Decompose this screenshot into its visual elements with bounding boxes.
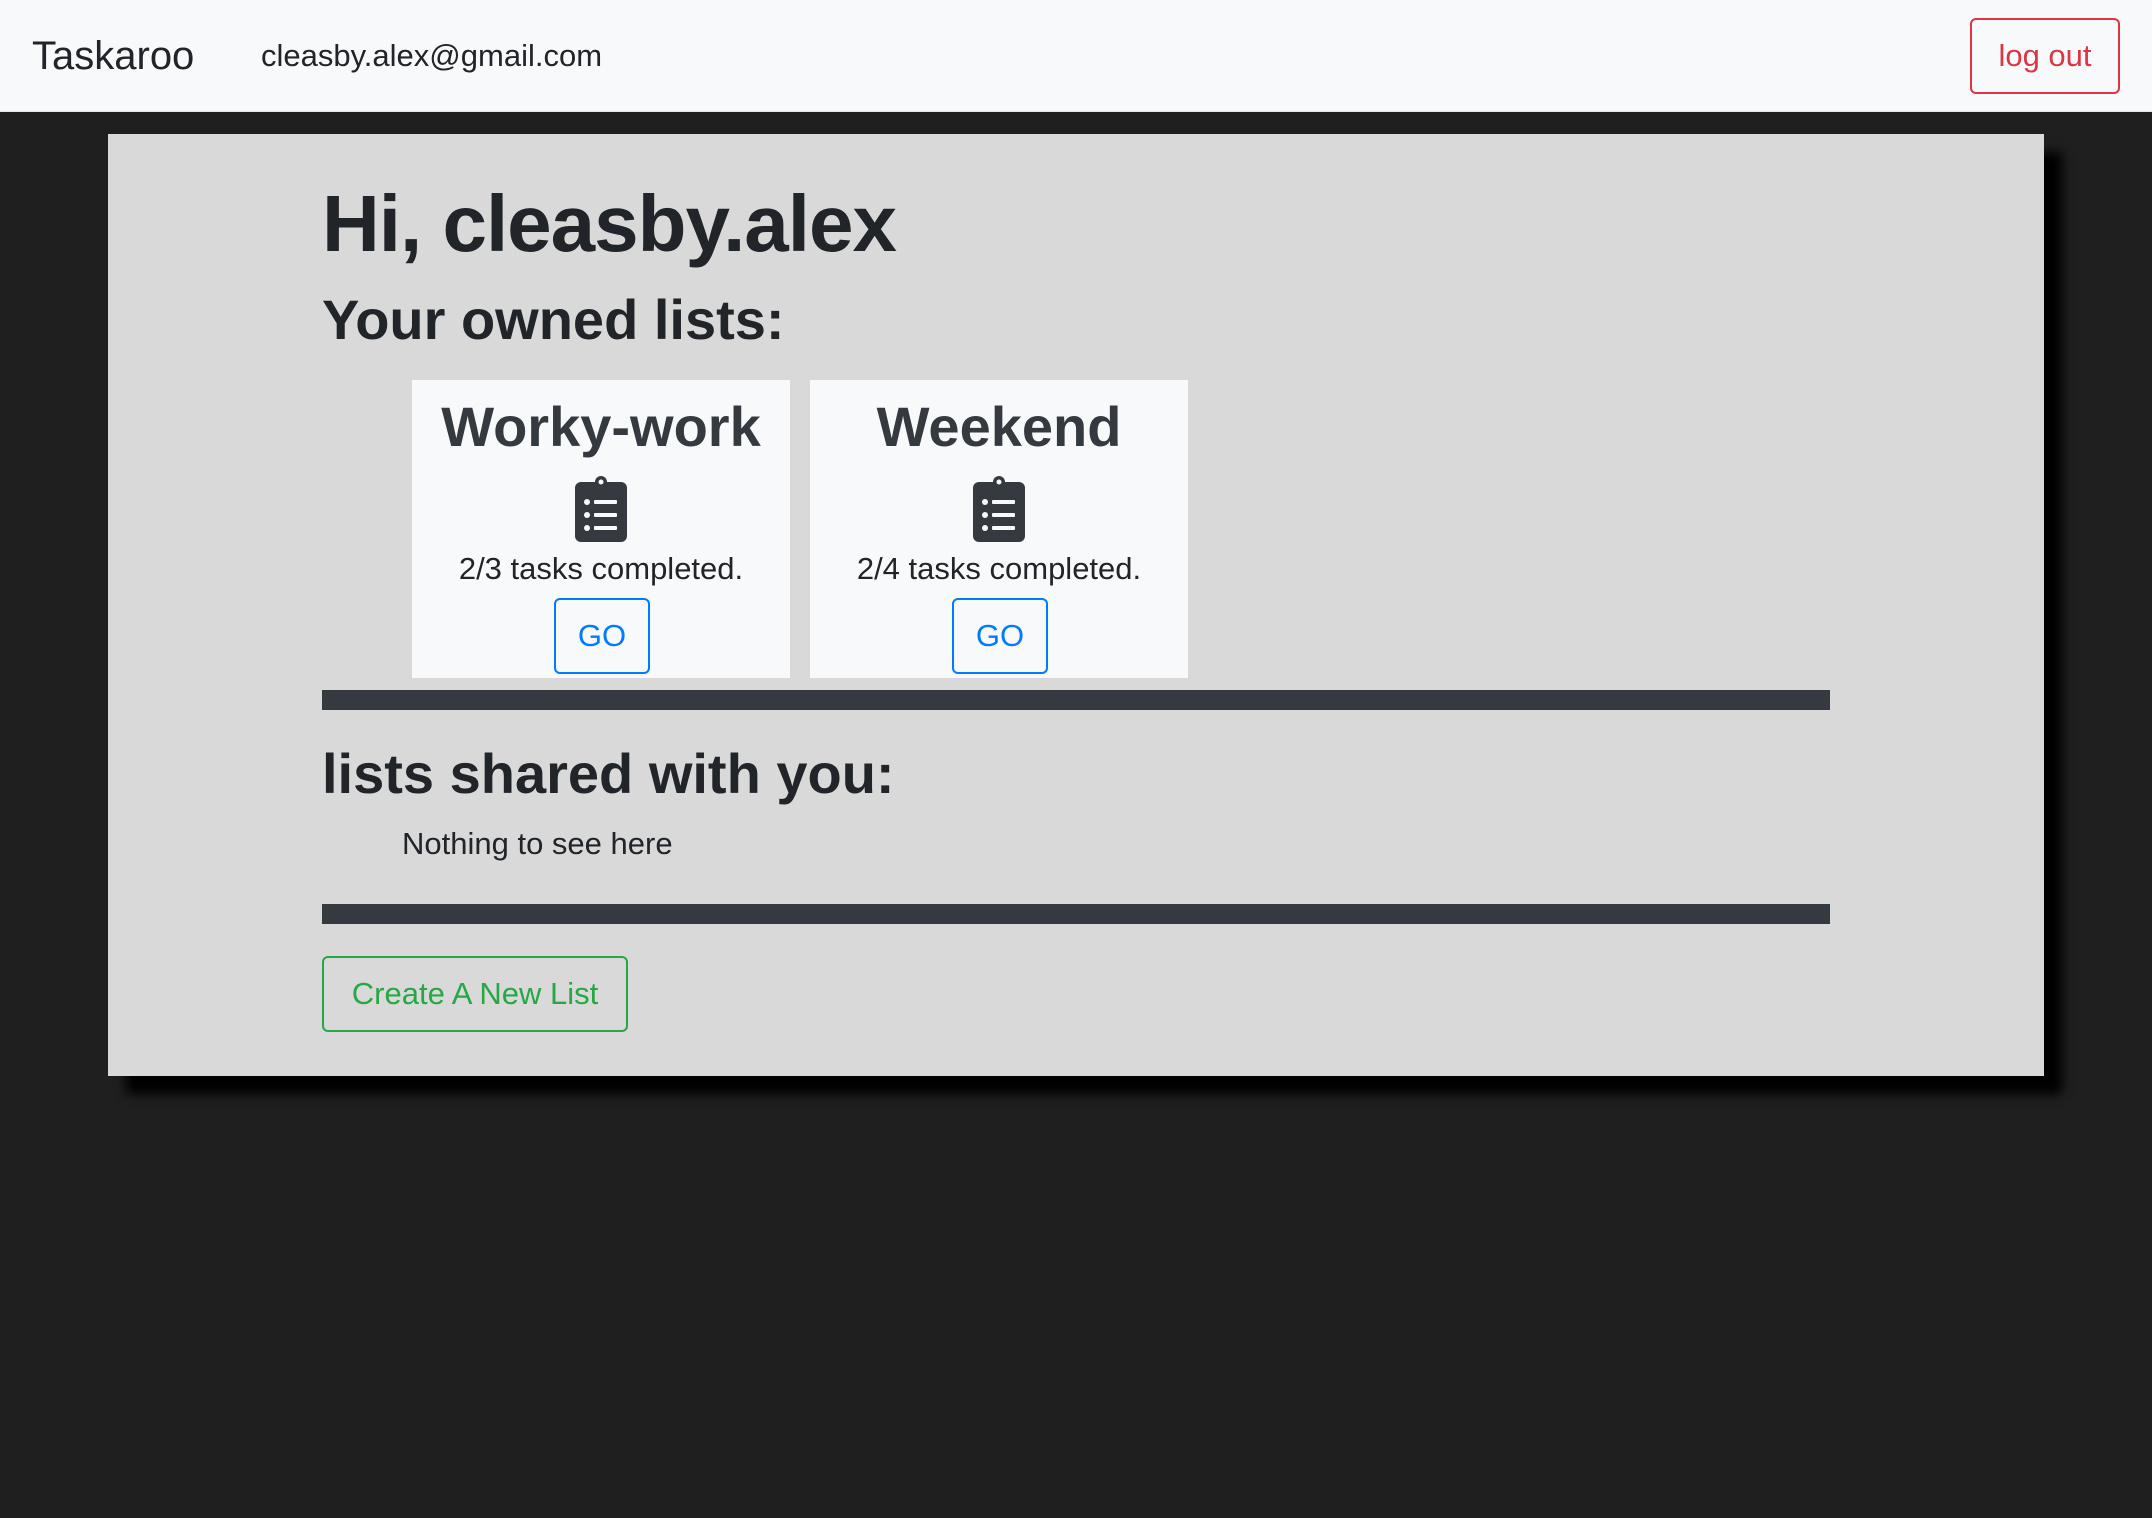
go-button[interactable]: GO [952, 598, 1048, 674]
main-panel: Hi, cleasby.alex Your owned lists: Worky… [108, 134, 2044, 1076]
section-divider [322, 904, 1830, 924]
create-list-button[interactable]: Create A New List [322, 956, 628, 1032]
list-card-progress: 2/3 tasks completed. [458, 551, 744, 586]
navbar: Taskaroo cleasby.alex@gmail.com log out [0, 0, 2152, 112]
section-divider [322, 690, 1830, 710]
logout-button[interactable]: log out [1970, 18, 2120, 94]
owned-lists-heading: Your owned lists: [322, 288, 785, 351]
list-card-title: Worky-work [441, 395, 761, 458]
shared-empty-message: Nothing to see here [402, 826, 673, 861]
list-card-progress: 2/4 tasks completed. [856, 551, 1142, 586]
shared-lists-heading: lists shared with you: [322, 742, 895, 805]
greeting-heading: Hi, cleasby.alex [322, 179, 897, 268]
clipboard-list-icon [575, 476, 627, 542]
user-email: cleasby.alex@gmail.com [261, 38, 603, 73]
list-card-title: Weekend [876, 395, 1122, 458]
list-card: Worky-work 2/3 tasks completed. GO [412, 380, 790, 678]
clipboard-list-icon [973, 476, 1025, 542]
list-card: Weekend 2/4 tasks completed. GO [810, 380, 1188, 678]
go-button[interactable]: GO [554, 598, 650, 674]
brand-logo[interactable]: Taskaroo [32, 30, 194, 82]
